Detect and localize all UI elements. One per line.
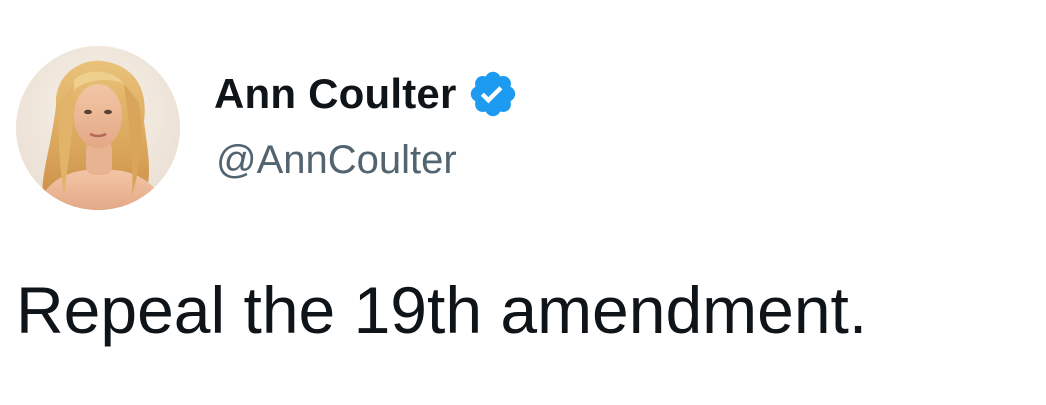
tweet-card: Ann Coulter @AnnCoulter Repeal the 19th … (0, 0, 1046, 405)
verified-badge-icon (467, 68, 519, 120)
author-display-name[interactable]: Ann Coulter (214, 70, 457, 118)
author-handle[interactable]: @AnnCoulter (216, 138, 457, 183)
avatar-image (16, 46, 180, 210)
avatar[interactable] (16, 46, 180, 210)
author-name-row: Ann Coulter (214, 64, 519, 124)
tweet-text: Repeal the 19th amendment. (16, 273, 868, 347)
